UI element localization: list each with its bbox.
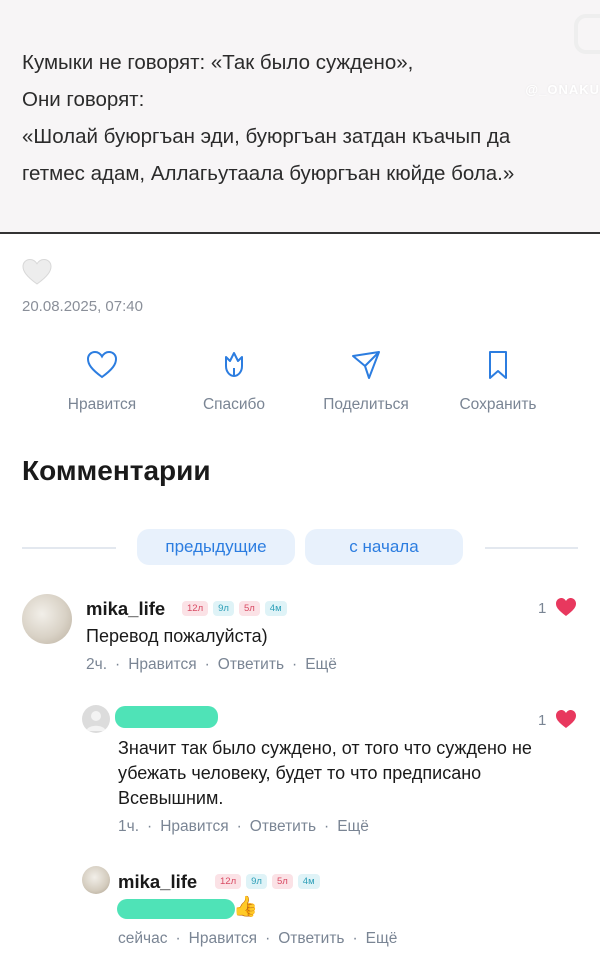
comment-meta: 1ч. · Нравится · Ответить · Ещё: [118, 818, 369, 835]
quote-line: Кумыки не говорят: «Так было суждено»,: [22, 51, 414, 74]
comment-meta: 2ч. · Нравится · Ответить · Ещё: [86, 656, 337, 673]
thanks-label: Спасибо: [202, 396, 266, 413]
comment-reply-link[interactable]: Ответить: [250, 818, 316, 835]
comment-reply-link[interactable]: Ответить: [218, 656, 284, 673]
redacted-mention: [117, 899, 235, 919]
badge: 5л: [271, 874, 293, 889]
quote-line: гетмес адам, Аллагьутаала буюргъан кюйде…: [22, 162, 515, 185]
avatar[interactable]: [82, 866, 110, 894]
user-icon: [86, 711, 106, 731]
quote-text: Кумыки не говорят: «Так было суждено», О…: [22, 44, 600, 192]
comments-title: Комментарии: [22, 455, 211, 486]
comment-username[interactable]: mika_life: [86, 598, 165, 620]
like-count: 1: [538, 712, 547, 729]
heart-icon[interactable]: [22, 258, 52, 286]
comment-more-link[interactable]: Ещё: [366, 930, 398, 947]
quote-line: Они говорят:: [22, 88, 145, 111]
comment-meta: сейчас · Нравится · Ответить · Ещё: [118, 930, 398, 947]
like-button[interactable]: Нравится: [42, 348, 162, 414]
comment-more-link[interactable]: Ещё: [337, 818, 369, 835]
comment-reply-link[interactable]: Ответить: [278, 930, 344, 947]
tulip-icon: [225, 352, 243, 377]
comment-like-link[interactable]: Нравится: [160, 818, 228, 835]
quote-card: @_ONAKU Кумыки не говорят: «Так было суж…: [0, 0, 600, 234]
previous-comments-button[interactable]: предыдущие: [137, 529, 295, 565]
comment-time: 2ч.: [86, 656, 108, 673]
comment-text: Перевод пожалуйста): [86, 626, 268, 646]
comment-time: 1ч.: [118, 818, 140, 835]
from-start-button[interactable]: с начала: [305, 529, 463, 565]
badge: 4м: [297, 874, 320, 889]
badge: 9л: [246, 874, 267, 889]
comment-like-link[interactable]: Нравится: [128, 656, 196, 673]
share-button[interactable]: Поделиться: [306, 348, 426, 414]
comment-text: Значит так было суждено, от того что суж…: [118, 738, 532, 808]
comment-username[interactable]: mika_life: [118, 871, 197, 893]
badges: 12л 9л 5л 4м: [215, 874, 320, 889]
divider: [22, 547, 116, 549]
thanks-button[interactable]: Спасибо: [174, 348, 294, 414]
avatar[interactable]: [82, 705, 110, 733]
heart-outline-icon: [86, 350, 118, 379]
divider: [485, 547, 578, 549]
action-bar: Нравится Спасибо Поделиться Сохранить: [0, 348, 600, 428]
save-button[interactable]: Сохранить: [438, 348, 558, 414]
comment-like-link[interactable]: Нравится: [189, 930, 257, 947]
badge: 4м: [264, 601, 287, 616]
badges: 12л 9л 5л 4м: [182, 601, 287, 616]
like-count: 1: [538, 600, 547, 617]
heart-filled-icon[interactable]: [555, 709, 577, 729]
send-icon: [352, 351, 380, 379]
avatar[interactable]: [22, 594, 72, 644]
comment-more-link[interactable]: Ещё: [305, 656, 337, 673]
thumbs-up-emoji: 👍: [233, 896, 258, 918]
badge: 12л: [182, 601, 209, 616]
save-label: Сохранить: [459, 396, 537, 413]
bookmark-icon: [489, 351, 507, 379]
badge: 12л: [215, 874, 242, 889]
post-date: 20.08.2025, 07:40: [22, 298, 143, 315]
badge: 5л: [238, 601, 260, 616]
share-label: Поделиться: [323, 396, 409, 413]
quote-line: «Шолай буюргъан эди, буюргъан затдан къа…: [22, 125, 511, 148]
badge: 9л: [213, 601, 234, 616]
comment-time: сейчас: [118, 930, 168, 947]
redacted-username: [115, 706, 218, 728]
heart-filled-icon[interactable]: [555, 597, 577, 617]
like-label: Нравится: [67, 396, 137, 413]
